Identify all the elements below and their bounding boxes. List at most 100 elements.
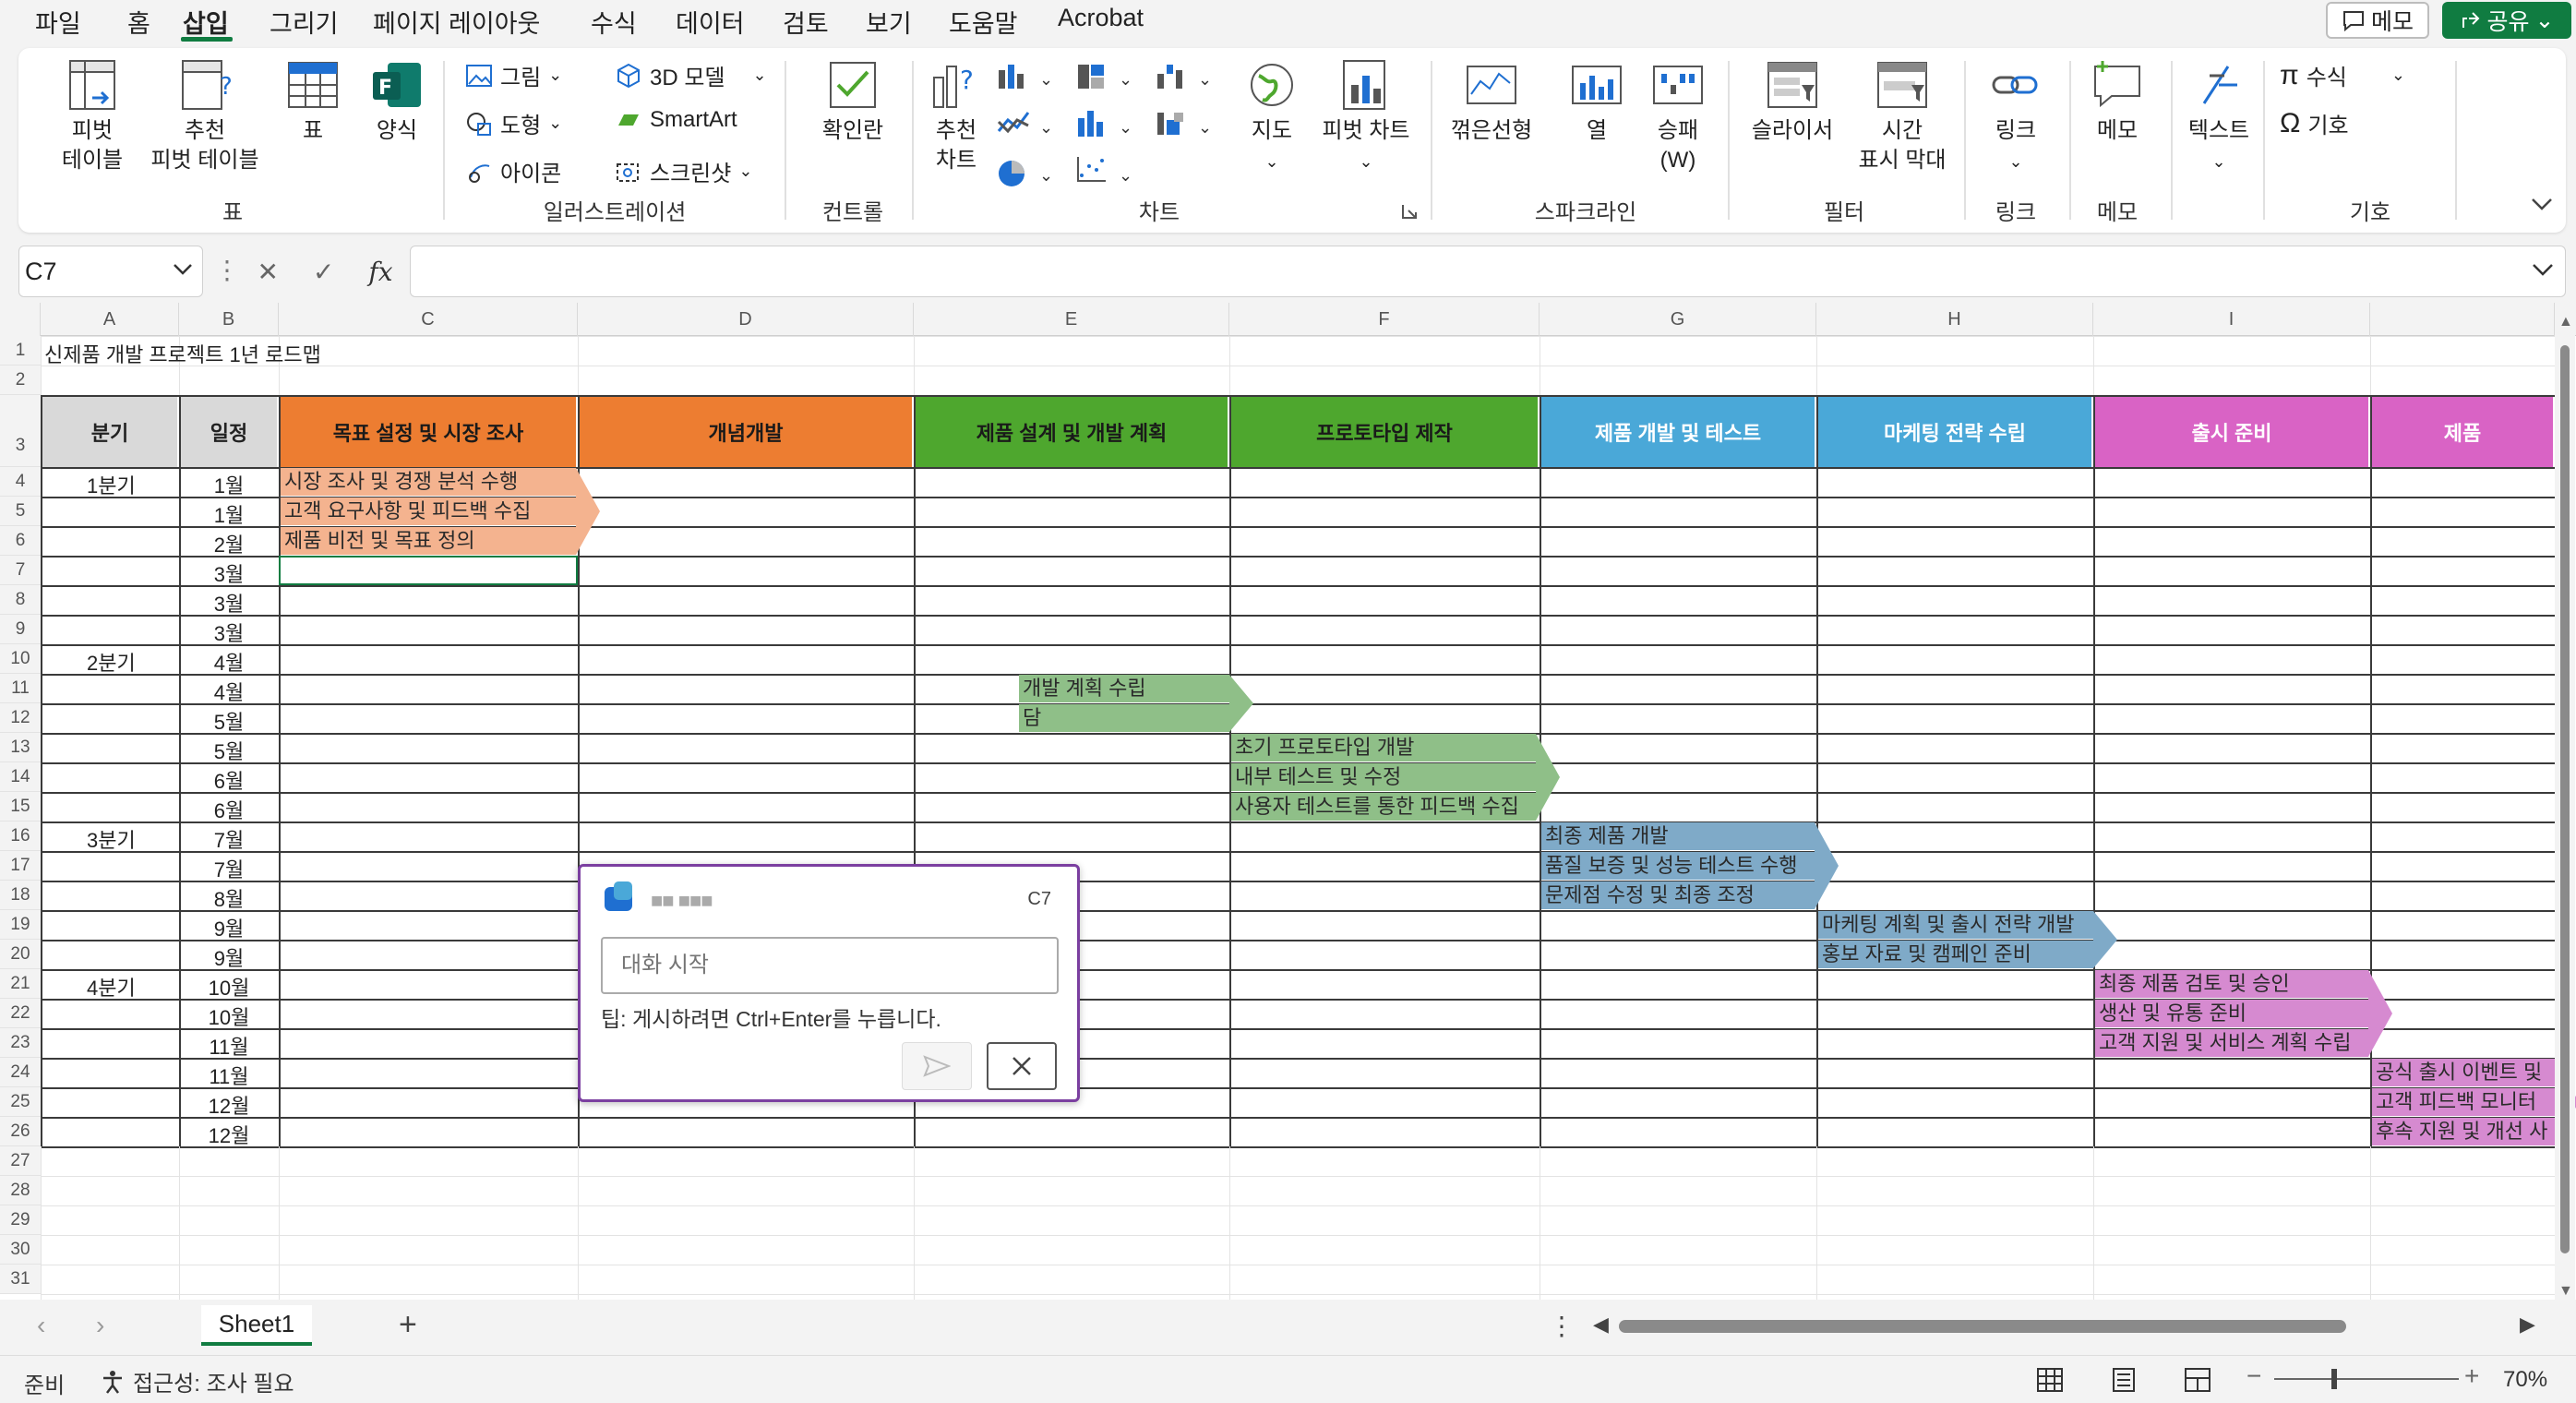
row-header[interactable]: 16 xyxy=(0,821,41,851)
recommended-charts-button[interactable]: ? 추천 차트 xyxy=(919,57,993,175)
comment-input[interactable] xyxy=(601,937,1059,994)
menu-help[interactable]: 도움말 xyxy=(949,4,1018,40)
row-header[interactable]: 4 xyxy=(0,467,41,497)
row-header[interactable]: 6 xyxy=(0,526,41,556)
icons-button[interactable]: 아이콘 xyxy=(465,155,561,187)
menu-data[interactable]: 데이터 xyxy=(676,4,745,40)
expand-formula-icon[interactable] xyxy=(2532,263,2554,278)
formula-input[interactable] xyxy=(410,246,2566,297)
3d-models-button[interactable]: 3D 모델 ⌄ xyxy=(615,59,767,91)
column-header-i[interactable]: I xyxy=(2093,303,2370,336)
share-button[interactable]: 공유 ⌄ xyxy=(2442,2,2571,39)
row-header[interactable]: 10 xyxy=(0,644,41,674)
task-band[interactable]: 품질 보증 및 성능 테스트 수행 xyxy=(1541,852,1815,880)
phase-header[interactable]: 제품 개발 및 테스트 xyxy=(1541,397,1816,467)
row-header[interactable]: 3 xyxy=(0,395,41,467)
month-label[interactable]: 2월 xyxy=(179,529,279,558)
sheet-tab-sheet1[interactable]: Sheet1 xyxy=(201,1305,312,1346)
task-band[interactable]: 고객 지원 및 서비스 계획 수립 xyxy=(2095,1029,2368,1057)
month-label[interactable]: 1월 xyxy=(179,499,279,529)
column-header-e[interactable]: E xyxy=(914,303,1229,336)
more-options-icon[interactable]: ⋮ xyxy=(1549,1311,1575,1341)
row-header[interactable]: 29 xyxy=(0,1205,41,1235)
month-label[interactable]: 3월 xyxy=(179,588,279,618)
task-band[interactable]: 시장 조사 및 경쟁 분석 수행 xyxy=(281,468,576,496)
text-button[interactable]: 텍스트 ⌄ xyxy=(2182,57,2256,176)
row-header[interactable]: 24 xyxy=(0,1058,41,1087)
month-label[interactable]: 6월 xyxy=(179,765,279,795)
task-band[interactable]: 고객 요구사항 및 피드백 수집 xyxy=(281,498,576,525)
month-label[interactable]: 10월 xyxy=(179,1001,279,1031)
menu-page-layout[interactable]: 페이지 레이아웃 xyxy=(373,4,540,40)
comments-button[interactable]: 메모 xyxy=(2326,2,2429,39)
task-band[interactable]: 사용자 테스트를 통한 피드백 수집 xyxy=(1231,793,1536,821)
row-header[interactable]: 18 xyxy=(0,881,41,910)
row-header[interactable]: 1 xyxy=(0,336,41,366)
row-header[interactable]: 7 xyxy=(0,556,41,585)
row-header[interactable]: 17 xyxy=(0,851,41,881)
pivot-table-button[interactable]: 피벗 테이블 xyxy=(46,57,138,175)
table-button[interactable]: 표 xyxy=(281,57,345,146)
column-header-j[interactable] xyxy=(2370,303,2555,336)
horizontal-scroll-thumb[interactable] xyxy=(1619,1320,2346,1333)
task-band[interactable]: 마케팅 계획 및 출시 전략 개발 xyxy=(1818,911,2093,939)
chart-type-icons-middle[interactable]: ⌄ ⌄ ⌄ xyxy=(1074,61,1148,199)
task-band[interactable]: 제품 비전 및 목표 정의 xyxy=(281,527,576,555)
task-band[interactable]: 홍보 자료 및 캠페인 준비 xyxy=(1818,941,2093,968)
symbol-button[interactable]: Ω 기호 xyxy=(2280,107,2349,139)
row-header[interactable]: 27 xyxy=(0,1146,41,1176)
scroll-left-icon[interactable]: ◀ xyxy=(1593,1313,1609,1337)
scroll-down-icon[interactable]: ▼ xyxy=(2558,1283,2573,1300)
quarter-label[interactable]: 3분기 xyxy=(87,824,136,854)
add-sheet-button[interactable]: + xyxy=(399,1307,417,1343)
row-header[interactable]: 23 xyxy=(0,1028,41,1058)
row-header[interactable]: 20 xyxy=(0,940,41,969)
menu-draw[interactable]: 그리기 xyxy=(270,4,339,40)
column-header-f[interactable]: F xyxy=(1229,303,1540,336)
task-band[interactable]: 최종 제품 개발 xyxy=(1541,822,1815,850)
phase-header[interactable]: 마케팅 전략 수립 xyxy=(1818,397,2093,467)
phase-header[interactable]: 목표 설정 및 시장 조사 xyxy=(281,397,578,467)
menu-formulas[interactable]: 수식 xyxy=(591,4,637,40)
column-header-a[interactable]: A xyxy=(41,303,179,336)
shapes-button[interactable]: 도형 ⌄ xyxy=(465,107,562,139)
zoom-out-button[interactable]: − xyxy=(2247,1361,2261,1391)
month-label[interactable]: 1월 xyxy=(179,470,279,499)
phase-header[interactable]: 출시 준비 xyxy=(2095,397,2370,467)
task-band[interactable]: 공식 출시 이벤트 및 xyxy=(2372,1059,2555,1086)
month-label[interactable]: 9월 xyxy=(179,942,279,972)
sheet-title[interactable]: 신제품 개발 프로젝트 1년 로드맵 xyxy=(44,339,321,368)
menu-acrobat[interactable]: Acrobat xyxy=(1058,4,1144,32)
post-comment-button[interactable] xyxy=(902,1042,972,1090)
phase-header[interactable]: 개념개발 xyxy=(580,397,914,467)
column-header-d[interactable]: D xyxy=(578,303,914,336)
quarter-label[interactable]: 4분기 xyxy=(87,972,136,1001)
vertical-scroll-thumb[interactable] xyxy=(2560,345,2570,1253)
month-label[interactable]: 5월 xyxy=(179,736,279,765)
column-header-c[interactable]: C xyxy=(279,303,578,336)
row-header[interactable]: 26 xyxy=(0,1117,41,1146)
cancel-icon[interactable]: ✕ xyxy=(257,257,278,287)
picture-button[interactable]: 그림 ⌄ xyxy=(465,59,562,91)
month-label[interactable]: 4월 xyxy=(179,647,279,677)
phase-header[interactable]: 제품 xyxy=(2372,397,2555,467)
month-label[interactable]: 6월 xyxy=(179,795,279,824)
row-header[interactable]: 19 xyxy=(0,910,41,940)
task-band[interactable]: 문제점 수정 및 최종 조정 xyxy=(1541,881,1815,909)
menu-home[interactable]: 홈 xyxy=(127,4,150,40)
month-label[interactable]: 12월 xyxy=(179,1090,279,1120)
row-header[interactable]: 12 xyxy=(0,703,41,733)
name-box[interactable]: C7 xyxy=(18,246,203,297)
menu-file[interactable]: 파일 xyxy=(35,4,81,40)
forms-button[interactable]: F 양식 xyxy=(360,57,434,146)
month-label[interactable]: 8월 xyxy=(179,883,279,913)
maps-button[interactable]: 지도 ⌄ xyxy=(1239,57,1305,176)
task-band[interactable]: 초기 프로토타입 개발 xyxy=(1231,734,1536,761)
sparkline-winloss-button[interactable]: 승패 (W) xyxy=(1641,57,1715,175)
select-all-corner[interactable] xyxy=(0,303,41,336)
zoom-slider[interactable] xyxy=(2274,1378,2459,1380)
checkbox-button[interactable]: 확인란 xyxy=(805,57,901,146)
task-band[interactable]: 담 xyxy=(1019,704,1229,732)
column-header-b[interactable]: B xyxy=(179,303,279,336)
month-label[interactable]: 10월 xyxy=(179,972,279,1001)
